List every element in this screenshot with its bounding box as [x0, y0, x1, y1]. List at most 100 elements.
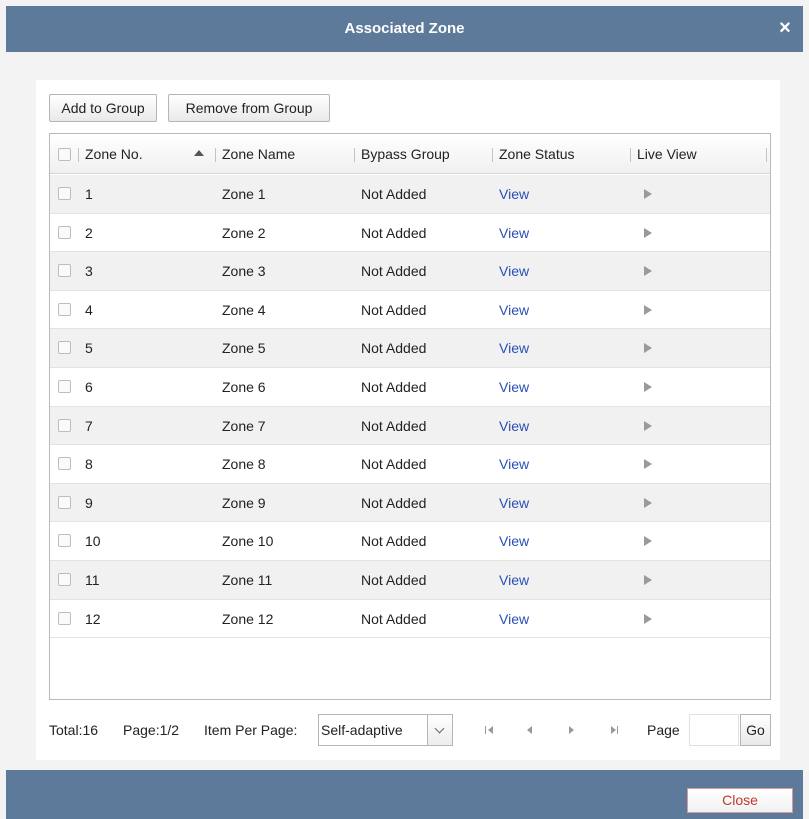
select-all-checkbox[interactable]	[58, 148, 71, 161]
cell-bypass-group: Not Added	[361, 224, 427, 241]
column-header-zone-status[interactable]: Zone Status	[499, 134, 575, 174]
column-separator	[630, 148, 631, 162]
column-header-live-view[interactable]: Live View	[637, 134, 697, 174]
play-icon[interactable]	[644, 304, 652, 315]
item-per-page-select[interactable]: Self-adaptive	[318, 714, 453, 746]
table-row[interactable]: 11 Zone 11 Not Added View	[50, 561, 770, 600]
table-row[interactable]: 1 Zone 1 Not Added View	[50, 175, 770, 214]
play-icon[interactable]	[644, 189, 652, 199]
row-checkbox[interactable]	[58, 457, 71, 471]
cell-bypass-group: Not Added	[361, 186, 427, 202]
cell-bypass-group: Not Added	[361, 494, 427, 511]
cell-zone-no: 8	[85, 456, 93, 473]
zone-status-view-link[interactable]: View	[499, 561, 529, 599]
dialog-title-bar: Associated Zone ×	[6, 6, 803, 52]
row-checkbox[interactable]	[58, 534, 71, 548]
cell-zone-name: Zone 5	[222, 340, 266, 357]
play-icon[interactable]	[644, 420, 652, 431]
play-icon[interactable]	[644, 459, 652, 470]
table-row[interactable]: 8 Zone 8 Not Added View	[50, 445, 770, 484]
dropdown-button[interactable]	[427, 715, 452, 745]
cell-zone-name: Zone 4	[222, 301, 266, 318]
cell-bypass-group: Not Added	[361, 301, 427, 318]
cell-zone-name: Zone 1	[222, 186, 266, 202]
row-checkbox[interactable]	[58, 418, 71, 432]
table-row[interactable]: 4 Zone 4 Not Added View	[50, 291, 770, 330]
last-page-icon[interactable]	[611, 725, 621, 735]
zone-status-view-link[interactable]: View	[499, 175, 529, 213]
play-icon[interactable]	[644, 343, 652, 354]
play-icon[interactable]	[644, 382, 652, 392]
zone-status-view-link[interactable]: View	[499, 445, 529, 483]
column-header-zone-no[interactable]: Zone No.	[85, 134, 143, 174]
row-checkbox[interactable]	[58, 225, 71, 239]
row-checkbox[interactable]	[58, 341, 71, 355]
column-header-zone-name[interactable]: Zone Name	[222, 134, 295, 174]
play-icon[interactable]	[644, 227, 652, 238]
play-icon[interactable]	[644, 613, 652, 624]
zone-status-view-link[interactable]: View	[499, 522, 529, 560]
add-to-group-button[interactable]: Add to Group	[49, 94, 157, 122]
row-checkbox[interactable]	[58, 573, 71, 586]
cell-zone-no: 7	[85, 417, 93, 434]
first-page-icon[interactable]	[485, 725, 495, 735]
page-number-input[interactable]	[689, 714, 739, 746]
cell-zone-name: Zone 12	[222, 610, 274, 627]
column-separator	[78, 148, 79, 162]
table-row[interactable]: 2 Zone 2 Not Added View	[50, 214, 770, 253]
row-checkbox[interactable]	[58, 264, 71, 278]
close-button[interactable]: Close	[687, 788, 793, 813]
zone-table: Zone No. Zone Name Bypass Group Zone Sta…	[49, 133, 771, 700]
cell-bypass-group: Not Added	[361, 379, 427, 395]
cell-bypass-group: Not Added	[361, 572, 427, 588]
item-per-page-value: Self-adaptive	[321, 722, 403, 738]
cell-bypass-group: Not Added	[361, 533, 427, 550]
play-icon[interactable]	[644, 536, 652, 547]
zone-status-view-link[interactable]: View	[499, 407, 529, 445]
cell-zone-name: Zone 6	[222, 379, 266, 395]
cell-bypass-group: Not Added	[361, 340, 427, 357]
zone-status-view-link[interactable]: View	[499, 600, 529, 638]
row-checkbox[interactable]	[58, 302, 71, 316]
table-row[interactable]: 9 Zone 9 Not Added View	[50, 483, 770, 523]
remove-from-group-button[interactable]: Remove from Group	[168, 94, 330, 122]
table-row[interactable]: 10 Zone 10 Not Added View	[50, 522, 770, 561]
go-button[interactable]: Go	[740, 714, 771, 746]
table-row[interactable]: 5 Zone 5 Not Added View	[50, 329, 770, 368]
associated-zone-dialog: Associated Zone × Add to Group Remove fr…	[0, 0, 809, 819]
page-label: Page	[647, 722, 680, 738]
cell-zone-no: 2	[85, 224, 93, 241]
row-checkbox[interactable]	[58, 380, 71, 393]
column-separator	[215, 148, 216, 162]
play-icon[interactable]	[644, 266, 652, 277]
column-separator	[492, 148, 493, 162]
zone-status-view-link[interactable]: View	[499, 291, 529, 329]
play-icon[interactable]	[644, 575, 652, 585]
table-row[interactable]: 7 Zone 7 Not Added View	[50, 406, 770, 446]
sort-ascending-icon[interactable]	[194, 150, 204, 156]
row-checkbox[interactable]	[58, 187, 71, 200]
next-page-icon[interactable]	[569, 725, 577, 735]
cell-zone-no: 4	[85, 301, 93, 318]
cell-zone-name: Zone 9	[222, 494, 266, 511]
zone-status-view-link[interactable]: View	[499, 214, 529, 252]
dialog-bottom-bar	[6, 770, 803, 819]
zone-status-view-link[interactable]: View	[499, 329, 529, 367]
column-separator	[766, 148, 767, 162]
cell-zone-no: 3	[85, 263, 93, 280]
cell-zone-no: 5	[85, 340, 93, 357]
cell-zone-name: Zone 2	[222, 224, 266, 241]
row-checkbox[interactable]	[58, 611, 71, 625]
close-icon[interactable]: ×	[775, 18, 795, 38]
chevron-down-icon	[434, 723, 445, 734]
table-row[interactable]: 6 Zone 6 Not Added View	[50, 368, 770, 407]
zone-status-view-link[interactable]: View	[499, 368, 529, 406]
previous-page-icon[interactable]	[527, 725, 535, 735]
table-row[interactable]: 3 Zone 3 Not Added View	[50, 252, 770, 291]
zone-status-view-link[interactable]: View	[499, 252, 529, 290]
zone-status-view-link[interactable]: View	[499, 484, 529, 522]
column-header-bypass-group[interactable]: Bypass Group	[361, 134, 450, 174]
play-icon[interactable]	[644, 497, 652, 508]
table-row[interactable]: 12 Zone 12 Not Added View	[50, 600, 770, 639]
row-checkbox[interactable]	[58, 495, 71, 509]
